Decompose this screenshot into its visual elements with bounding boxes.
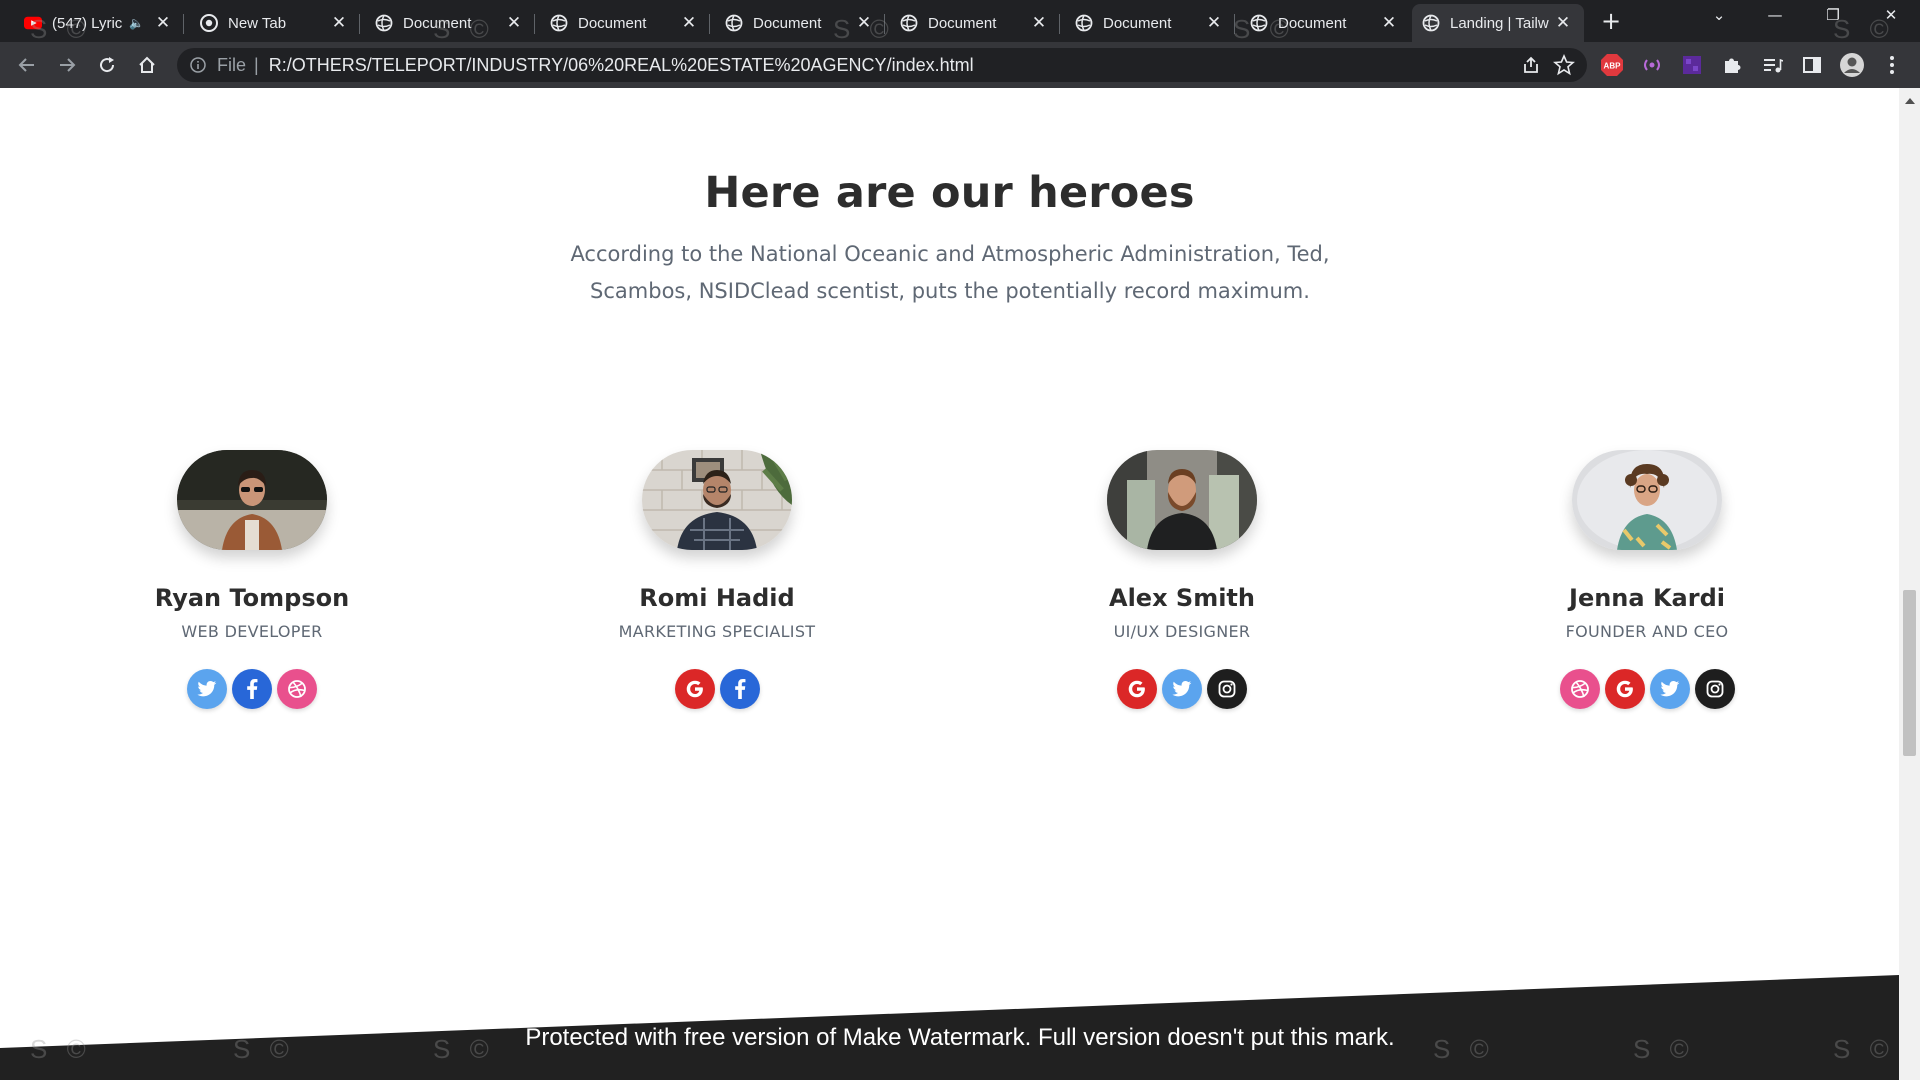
watermark-mark: S © [30, 1034, 92, 1064]
footer-section [0, 975, 1899, 1080]
watermark-mark: S © [1433, 1034, 1495, 1064]
watermark-mark: S © [433, 14, 495, 44]
watermark-mark: S © [1833, 14, 1895, 44]
watermark-mark: S © [833, 14, 895, 44]
watermark-mark: S © [433, 1034, 495, 1064]
scrollbar-thumb[interactable] [1903, 590, 1916, 756]
watermark-mark: S © [233, 1034, 295, 1064]
watermark-mark: S © [1233, 14, 1295, 44]
scrollbar[interactable] [1899, 88, 1920, 1080]
watermark-mark: S © [30, 14, 92, 44]
watermark-mark: S © [1833, 1034, 1895, 1064]
watermark-mark: S © [1633, 1034, 1695, 1064]
scroll-up-arrow[interactable] [1905, 98, 1915, 104]
